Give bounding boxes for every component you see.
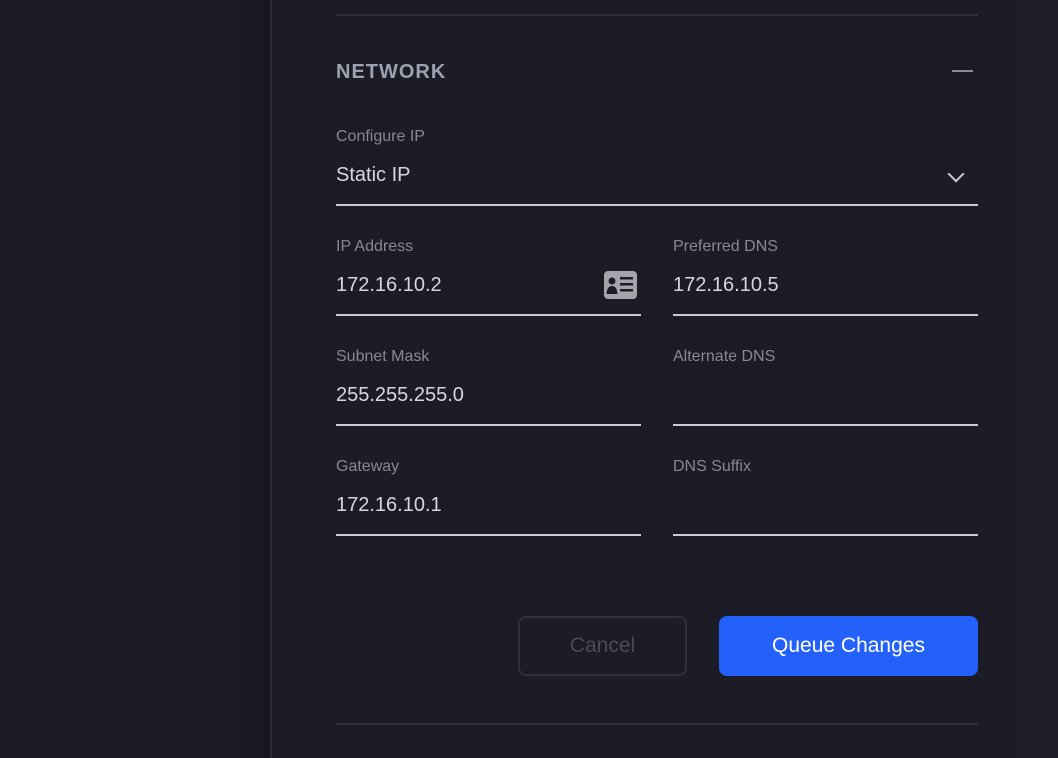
configure-ip-label: Configure IP [336,128,425,145]
gateway-value: 172.16.10.1 [336,494,442,516]
subnet-mask-label: Subnet Mask [336,348,430,365]
queue-changes-button[interactable]: Queue Changes [719,616,978,676]
section-divider-bottom [336,723,978,725]
ip-address-label: IP Address [336,238,414,255]
section-divider-top [336,14,978,16]
preferred-dns-value: 172.16.10.5 [673,274,779,296]
minus-icon[interactable] [952,70,973,72]
alternate-dns-field[interactable]: Alternate DNS [673,348,978,426]
contact-card-icon[interactable] [604,271,637,299]
alternate-dns-label: Alternate DNS [673,348,776,365]
cancel-button[interactable]: Cancel [518,616,687,676]
section-title: NETWORK [336,61,447,83]
gateway-field[interactable]: Gateway 172.16.10.1 [336,458,641,536]
chevron-down-icon [947,165,965,183]
gateway-label: Gateway [336,458,400,475]
subnet-mask-field[interactable]: Subnet Mask 255.255.255.0 [336,348,641,426]
ip-address-field[interactable]: IP Address 172.16.10.2 [336,238,641,316]
preferred-dns-field[interactable]: Preferred DNS 172.16.10.5 [673,238,978,316]
preferred-dns-label: Preferred DNS [673,238,778,255]
configure-ip-select[interactable]: Configure IP Static IP [336,128,978,206]
sidebar-panel [0,0,270,758]
panel-divider [270,0,272,758]
right-gutter [1015,0,1058,758]
subnet-mask-value: 255.255.255.0 [336,384,464,406]
configure-ip-value: Static IP [336,164,411,186]
dns-suffix-label: DNS Suffix [673,458,751,475]
ip-address-value: 172.16.10.2 [336,274,442,296]
dns-suffix-field[interactable]: DNS Suffix [673,458,978,536]
